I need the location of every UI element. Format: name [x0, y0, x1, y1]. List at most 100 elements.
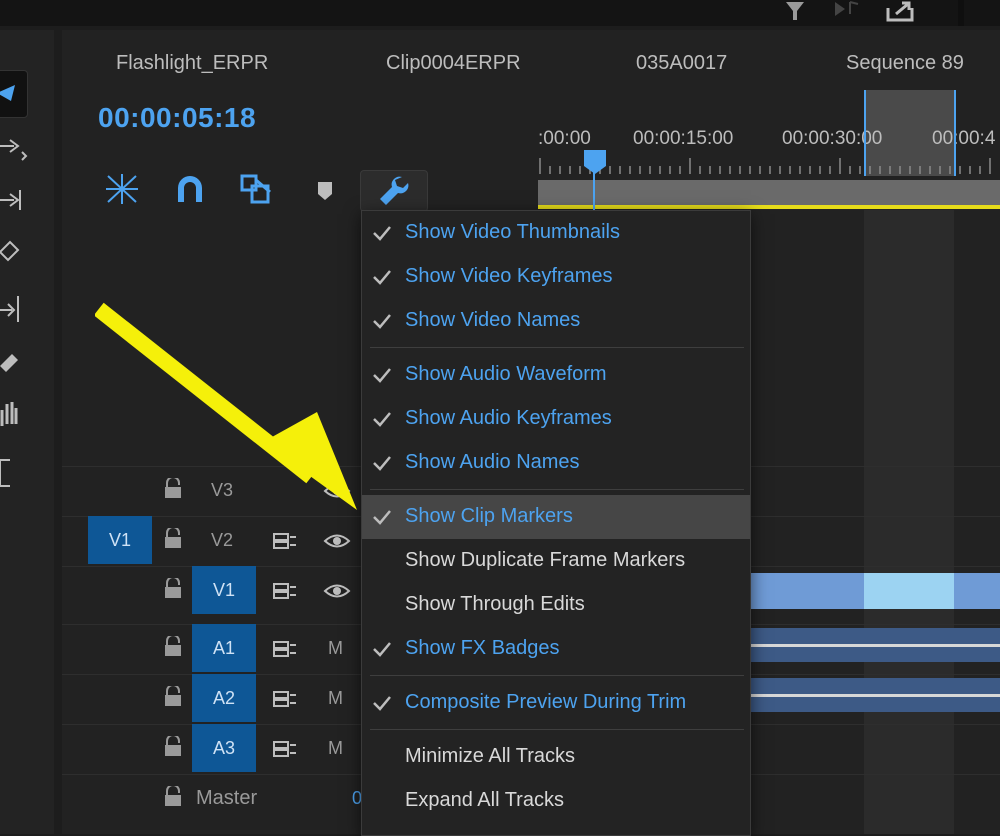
lock-icon[interactable] [163, 636, 183, 658]
menu-item-show-through-edits[interactable]: Show Through Edits [362, 583, 750, 627]
lock-icon[interactable] [163, 686, 183, 708]
track-target-v1[interactable]: V1 [192, 566, 256, 614]
menu-divider [370, 729, 744, 730]
mute-a1[interactable]: M [328, 638, 343, 659]
menu-item-composite-preview-during-trim[interactable]: Composite Preview During Trim [362, 681, 750, 725]
menu-item-expand-all-tracks[interactable]: Expand All Tracks [362, 779, 750, 823]
tools-panel [0, 30, 54, 834]
filter-icon[interactable] [783, 0, 809, 24]
eye-icon[interactable] [323, 532, 351, 550]
sync-lock-icon[interactable] [272, 688, 298, 710]
menu-item-label: Show Audio Waveform [405, 363, 607, 385]
menu-item-show-clip-markers[interactable]: Show Clip Markers [362, 495, 750, 539]
audio-waveform-a1 [749, 644, 1000, 647]
track-label-master: Master [196, 787, 258, 809]
ruler-label-0: :00:00 [538, 128, 591, 149]
checkmark-icon [373, 314, 391, 329]
timeline-settings-button[interactable] [360, 170, 428, 212]
checkmark-icon [373, 510, 391, 525]
menu-item-show-audio-waveform[interactable]: Show Audio Waveform [362, 353, 750, 397]
sync-lock-icon[interactable] [272, 580, 298, 602]
menu-item-label: Minimize All Tracks [405, 745, 576, 767]
lock-icon[interactable] [163, 578, 183, 600]
playhead-line [593, 168, 595, 212]
checkmark-icon [373, 368, 391, 383]
timeline-settings-menu: Show Video Thumbnails Show Video Keyfram… [361, 210, 751, 836]
slip-icon[interactable] [0, 286, 30, 326]
audio-waveform-a2 [749, 694, 1000, 697]
track-select-forward-icon[interactable] [0, 128, 30, 168]
menu-divider [370, 675, 744, 676]
menu-item-minimize-all-tracks[interactable]: Minimize All Tracks [362, 735, 750, 779]
pen-icon[interactable] [0, 346, 30, 386]
work-area-marker [538, 205, 1000, 209]
annotation-arrow [95, 302, 357, 510]
menu-item-label: Show Audio Names [405, 451, 580, 473]
play-audio-icon[interactable] [832, 0, 862, 24]
playhead-marker[interactable] [584, 150, 606, 176]
video-clip-range [864, 573, 954, 609]
selection-arrow-icon [0, 85, 15, 101]
menu-item-label: Show Video Names [405, 309, 581, 331]
sync-lock-icon[interactable] [272, 738, 298, 760]
wrench-icon [380, 176, 409, 205]
menu-item-label: Show Video Thumbnails [405, 221, 620, 243]
playhead-timecode[interactable]: 00:00:05:18 [98, 102, 256, 134]
eye-icon[interactable] [323, 582, 351, 600]
lock-icon[interactable] [163, 786, 183, 808]
work-area-bar[interactable] [538, 180, 1000, 208]
menu-item-label: Show FX Badges [405, 637, 560, 659]
menu-item-label: Show Duplicate Frame Markers [405, 549, 686, 571]
type-tool-icon[interactable] [0, 450, 30, 490]
ruler-ticks [539, 158, 991, 174]
sequence-tab-3[interactable]: 035A0017 [636, 52, 727, 75]
ruler-label-15: 00:00:15:00 [633, 128, 734, 149]
menu-item-show-video-names[interactable]: Show Video Names [362, 299, 750, 343]
menu-item-show-duplicate-frame-markers[interactable]: Show Duplicate Frame Markers [362, 539, 750, 583]
ripple-edit-icon[interactable] [0, 182, 30, 222]
lock-icon[interactable] [163, 528, 183, 550]
nest-icon[interactable] [104, 172, 140, 206]
linked-selection-icon[interactable] [238, 172, 274, 206]
track-target-a2[interactable]: A2 [192, 674, 256, 722]
menu-divider [370, 347, 744, 348]
ruler-label-45: 00:00:4 [932, 128, 996, 149]
sync-lock-icon[interactable] [272, 638, 298, 660]
checkmark-icon [373, 642, 391, 657]
mute-a2[interactable]: M [328, 688, 343, 709]
menu-item-show-fx-badges[interactable]: Show FX Badges [362, 627, 750, 671]
checkmark-icon [373, 270, 391, 285]
menu-item-label: Composite Preview During Trim [405, 691, 687, 713]
source-patch-v1[interactable]: V1 [88, 516, 152, 564]
sync-lock-icon[interactable] [272, 530, 298, 552]
checkmark-icon [373, 696, 391, 711]
track-target-a3[interactable]: A3 [192, 724, 256, 772]
menu-divider [370, 489, 744, 490]
in-point-line [864, 90, 866, 176]
mute-a3[interactable]: M [328, 738, 343, 759]
menu-item-show-video-thumbnails[interactable]: Show Video Thumbnails [362, 211, 750, 255]
out-point-line [954, 90, 956, 176]
menu-item-show-audio-names[interactable]: Show Audio Names [362, 441, 750, 485]
panel-separator [958, 0, 964, 26]
razor-icon[interactable] [0, 238, 30, 278]
snap-icon[interactable] [172, 172, 208, 206]
menu-item-show-audio-keyframes[interactable]: Show Audio Keyframes [362, 397, 750, 441]
sequence-tab-2[interactable]: Clip0004ERPR [386, 52, 521, 75]
ruler-label-30: 00:00:30:00 [782, 128, 883, 149]
add-marker-icon[interactable] [310, 172, 346, 206]
sequence-tab-1[interactable]: Flashlight_ERPR [116, 52, 268, 75]
export-icon[interactable] [884, 0, 918, 22]
track-label-v2[interactable]: V2 [211, 530, 233, 551]
track-target-a1[interactable]: A1 [192, 624, 256, 672]
menu-item-label: Show Video Keyframes [405, 265, 613, 287]
checkmark-icon [373, 226, 391, 241]
lock-icon[interactable] [163, 736, 183, 758]
menu-item-show-video-keyframes[interactable]: Show Video Keyframes [362, 255, 750, 299]
checkmark-icon [373, 456, 391, 471]
hand-icon[interactable] [0, 396, 30, 436]
selection-tool[interactable] [0, 70, 28, 118]
checkmark-icon [373, 412, 391, 427]
menu-item-label: Show Audio Keyframes [405, 407, 612, 429]
sequence-tab-4[interactable]: Sequence 89 [846, 52, 964, 75]
